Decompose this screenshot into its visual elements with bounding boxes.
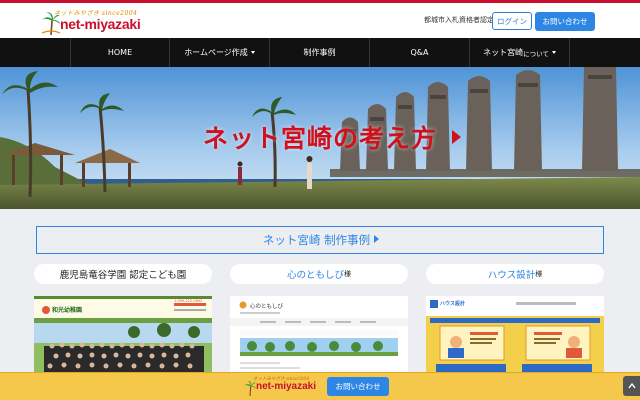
caret-down-icon [250, 51, 255, 54]
hero-banner[interactable]: ネット宮崎の考え方 [0, 67, 640, 209]
nav-homepage-creation[interactable]: ホームページ作成 [170, 38, 270, 67]
chevron-up-icon [627, 383, 636, 389]
nav-label: ネット宮崎 [483, 48, 524, 57]
nav-label: Q&A [410, 48, 429, 57]
work-card-label-2[interactable]: 心のともしび様 [230, 264, 408, 284]
work-thumbnail-1[interactable]: 和光幼稚園 1-099-222-0692 [34, 296, 212, 376]
nav-label: HOME [107, 48, 133, 57]
contact-button[interactable]: お問い合わせ [535, 12, 595, 31]
thumbnail-phone: 1-099-222-0692 [174, 299, 203, 303]
footer-logo-name: net-miyazaki [256, 381, 317, 392]
sticky-footer-bar: ネットみやざき since2004 net-miyazaki お問い合わせ [0, 372, 640, 400]
works-section-header[interactable]: ネット宮崎 制作事例 [36, 226, 604, 254]
works-title: ネット宮崎 制作事例 [37, 232, 605, 248]
login-button[interactable]: ログイン [492, 12, 532, 30]
arrow-right-icon [374, 235, 380, 243]
nav-qa[interactable]: Q&A [370, 38, 470, 67]
footer-contact-button[interactable]: お問い合わせ [327, 377, 389, 396]
thumbnail-site-title: 和光幼稚園 [52, 307, 83, 314]
footer-logo[interactable]: ネットみやざき since2004 net-miyazaki [244, 375, 320, 399]
nav-label: ホームページ作成 [184, 48, 248, 57]
scroll-to-top-button[interactable] [623, 376, 640, 396]
works-title-text: ネット宮崎 制作事例 [262, 233, 371, 247]
work-card-name: 心のともしび [286, 270, 344, 281]
nav-home[interactable]: HOME [70, 38, 170, 67]
palm-tree-icon [244, 380, 256, 396]
thumbnail-site-title: 心のともしび [250, 304, 284, 310]
work-card-label-3[interactable]: ハウス設計様 [426, 264, 604, 284]
thumbnail-site-title: ハウス設計 [440, 301, 466, 307]
caret-down-icon [551, 51, 556, 54]
work-card-suffix: 様 [344, 270, 351, 278]
work-card-name: ハウス設計 [487, 270, 536, 281]
work-card-name: 鹿児島竜谷学園 認定こども園 [59, 270, 187, 281]
work-thumbnail-3[interactable]: ハウス設計 [426, 296, 604, 376]
logo[interactable]: ネットみやざき since2004 net-miyazaki [40, 7, 160, 37]
certification-text: 都城市入札資格者認定 [424, 16, 494, 24]
work-thumbnail-2[interactable]: 心のともしび [230, 296, 408, 376]
nav-about[interactable]: ネット宮崎 について [470, 38, 570, 67]
thumbnail-screenshot [426, 296, 604, 376]
hero-title: ネット宮崎の考え方 [202, 124, 437, 153]
work-card-label-1[interactable]: 鹿児島竜谷学園 認定こども園 [34, 264, 212, 284]
main-nav: HOME ホームページ作成 制作事例 Q&A ネット宮崎 について [0, 38, 640, 67]
nav-label: 制作事例 [303, 48, 336, 57]
logo-name: net-miyazaki [60, 16, 141, 32]
header: ネットみやざき since2004 net-miyazaki 都城市入札資格者認… [0, 0, 640, 38]
nav-sublabel: について [523, 49, 549, 58]
nav-works[interactable]: 制作事例 [270, 38, 370, 67]
work-card-suffix: 様 [535, 270, 543, 278]
